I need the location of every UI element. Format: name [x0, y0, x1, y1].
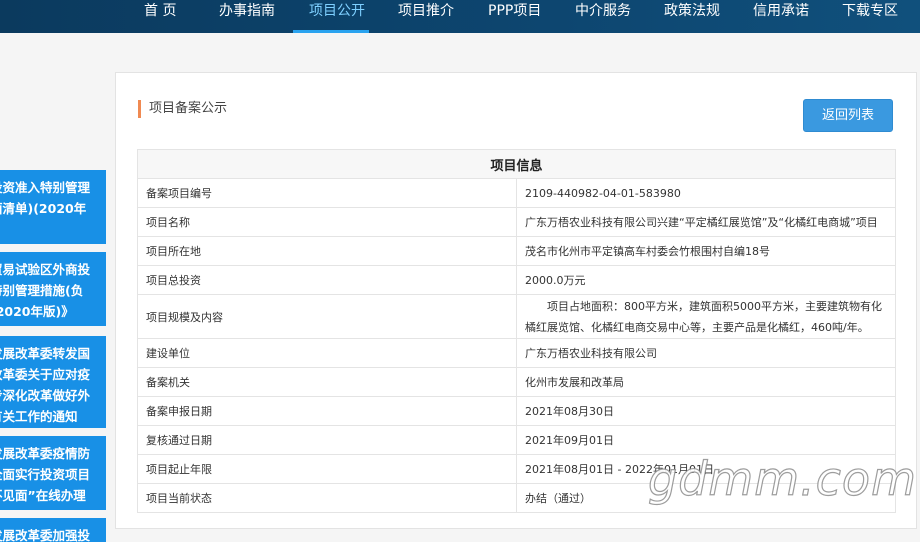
page-title: 项目备案公示 — [138, 100, 227, 118]
sidebar-card[interactable]: 贸易试验区外商投 特别管理措施(负 (2020年版)》 — [0, 252, 106, 326]
sidebar-card[interactable]: 投资准入特别管理 面清单)(2020年 — [0, 170, 106, 244]
sidebar-card[interactable]: 发展改革委疫情防 全面实行投资项目 不见面”在线办理 — [0, 436, 106, 510]
table-row: 项目名称 广东万梧农业科技有限公司兴建“平定橘红展览馆”及“化橘红电商城”项目 — [137, 207, 896, 237]
field-label: 复核通过日期 — [137, 425, 517, 455]
table-row: 项目总投资 2000.0万元 — [137, 265, 896, 295]
nav-intermediary-services[interactable]: 中介服务 — [575, 0, 631, 33]
nav-project-promotion[interactable]: 项目推介 — [398, 0, 454, 33]
nav-policies[interactable]: 政策法规 — [664, 0, 720, 33]
table-row: 备案申报日期 2021年08月30日 — [137, 396, 896, 426]
sidebar-card[interactable]: 发展改革委加强投 — [0, 518, 106, 542]
field-label: 备案项目编号 — [137, 178, 517, 208]
nav-home[interactable]: 首 页 — [144, 0, 176, 33]
field-label: 备案申报日期 — [137, 396, 517, 426]
field-label: 项目当前状态 — [137, 483, 517, 513]
field-value: 2021年08月30日 — [516, 396, 896, 426]
top-navigation: 首 页 办事指南 项目公开 项目推介 PPP项目 中介服务 政策法规 信用承诺 … — [0, 0, 920, 33]
field-label: 项目起止年限 — [137, 454, 517, 484]
table-row: 备案项目编号 2109-440982-04-01-583980 — [137, 178, 896, 208]
site-watermark: gdmm.com — [647, 451, 917, 506]
sidebar-card[interactable]: 发展改革委转发国 改革委关于应对疫 步深化改革做好外 有关工作的通知 — [0, 336, 106, 428]
back-to-list-button[interactable]: 返回列表 — [803, 99, 893, 132]
field-value: 2000.0万元 — [516, 265, 896, 295]
field-value: 广东万梧农业科技有限公司 — [516, 338, 896, 368]
nav-project-disclosure[interactable]: 项目公开 — [309, 0, 365, 33]
field-value: 项目占地面积：800平方米，建筑面积5000平方米，主要建筑物有化橘红展览馆、化… — [516, 294, 896, 339]
table-row: 备案机关 化州市发展和改革局 — [137, 367, 896, 397]
sidebar-card-text: 贸易试验区外商投 特别管理措施(负 (2020年版)》 — [0, 262, 91, 319]
sidebar-card-text: 发展改革委加强投 — [0, 528, 91, 542]
field-value: 化州市发展和改革局 — [516, 367, 896, 397]
field-label: 项目规模及内容 — [137, 294, 517, 339]
table-row: 建设单位 广东万梧农业科技有限公司 — [137, 338, 896, 368]
field-label: 备案机关 — [137, 367, 517, 397]
field-value: 2109-440982-04-01-583980 — [516, 178, 896, 208]
field-label: 建设单位 — [137, 338, 517, 368]
nav-downloads[interactable]: 下载专区 — [842, 0, 898, 33]
sidebar-card-text: 发展改革委疫情防 全面实行投资项目 不见面”在线办理 — [0, 446, 91, 503]
table-row: 复核通过日期 2021年09月01日 — [137, 425, 896, 455]
field-value: 2021年09月01日 — [516, 425, 896, 455]
field-value: 广东万梧农业科技有限公司兴建“平定橘红展览馆”及“化橘红电商城”项目 — [516, 207, 896, 237]
sidebar-card-text: 投资准入特别管理 面清单)(2020年 — [0, 180, 91, 216]
table-title: 项目信息 — [137, 149, 896, 179]
nav-active-indicator — [293, 30, 369, 33]
field-value: 茂名市化州市平定镇高车村委会竹根围村自编18号 — [516, 236, 896, 266]
nav-guide[interactable]: 办事指南 — [219, 0, 275, 33]
field-label: 项目名称 — [137, 207, 517, 237]
field-label: 项目总投资 — [137, 265, 517, 295]
field-label: 项目所在地 — [137, 236, 517, 266]
nav-credit-commitment[interactable]: 信用承诺 — [753, 0, 809, 33]
sidebar-card-text: 发展改革委转发国 改革委关于应对疫 步深化改革做好外 有关工作的通知 — [0, 346, 91, 424]
nav-ppp-projects[interactable]: PPP项目 — [488, 0, 541, 33]
table-row: 项目规模及内容 项目占地面积：800平方米，建筑面积5000平方米，主要建筑物有… — [137, 294, 896, 339]
table-row: 项目所在地 茂名市化州市平定镇高车村委会竹根围村自编18号 — [137, 236, 896, 266]
